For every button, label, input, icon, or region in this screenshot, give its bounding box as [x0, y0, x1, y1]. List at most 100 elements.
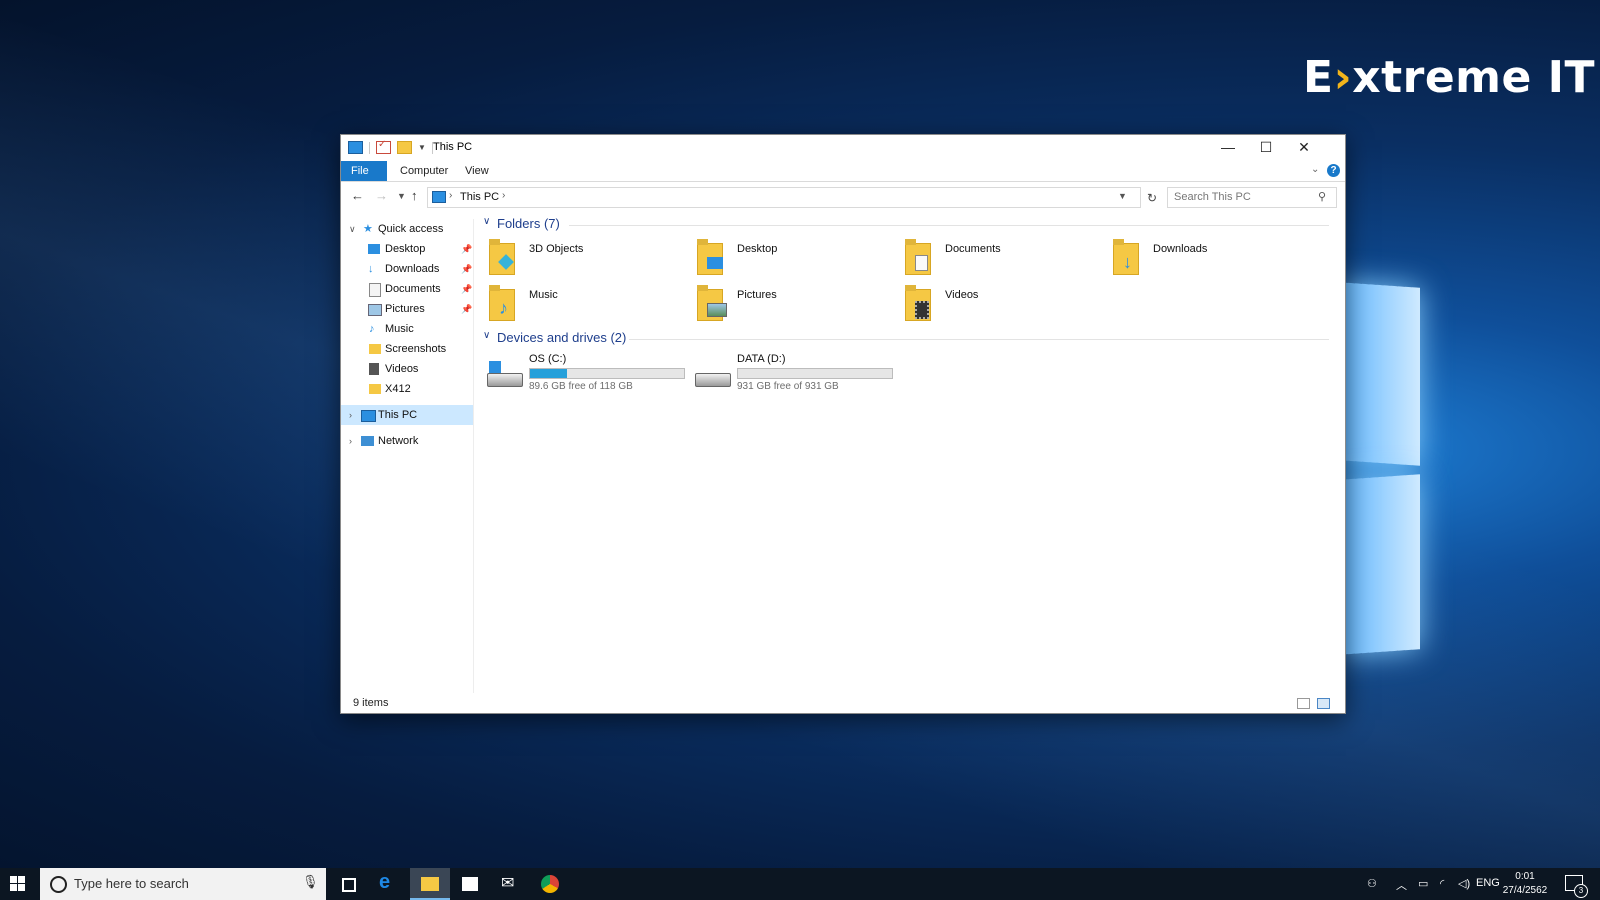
- tab-computer[interactable]: Computer: [390, 161, 458, 181]
- folder-desktop[interactable]: Desktop: [691, 239, 891, 283]
- desktop-icon: [368, 244, 380, 254]
- taskbar-search-input[interactable]: Type here to search: [74, 876, 189, 891]
- store-icon: [462, 877, 478, 891]
- pin-icon[interactable]: 📌: [461, 299, 472, 319]
- pictures-icon: [368, 304, 382, 316]
- brand-logo: E›xtreme IT: [1303, 52, 1596, 103]
- chevron-down-icon[interactable]: ∨: [483, 216, 490, 227]
- drive-usage-bar: [737, 368, 893, 379]
- sidebar-item-videos[interactable]: Videos: [341, 359, 473, 379]
- windows-logo-wallpaper: [1340, 282, 1420, 660]
- chevron-down-icon[interactable]: ▼: [1118, 191, 1127, 201]
- close-button[interactable]: ✕: [1285, 135, 1323, 159]
- this-pc-icon: [432, 191, 446, 203]
- minimize-button[interactable]: —: [1209, 135, 1247, 159]
- chevron-right-icon[interactable]: ›: [349, 431, 352, 451]
- sidebar-item-network[interactable]: › Network: [341, 431, 473, 451]
- devices-group-header[interactable]: ∨ Devices and drives (2): [479, 330, 1329, 348]
- sidebar-item-label: Screenshots: [385, 343, 447, 355]
- desktop-folder-icon: [697, 239, 725, 275]
- edge-icon: e: [379, 871, 391, 893]
- taskbar-edge[interactable]: e: [368, 868, 408, 900]
- folder-music[interactable]: ♪ Music: [483, 285, 683, 329]
- address-bar[interactable]: › This PC › ▼: [427, 187, 1141, 208]
- sidebar-item-documents[interactable]: Documents 📌: [341, 279, 473, 299]
- properties-icon[interactable]: [376, 139, 391, 154]
- clock[interactable]: 0:01 27/4/2562: [1496, 870, 1554, 898]
- taskbar-store[interactable]: [450, 868, 490, 900]
- chevron-right-icon[interactable]: ›: [449, 190, 452, 201]
- sidebar-item-label: Music: [385, 323, 414, 335]
- wifi-icon[interactable]: ◜: [1440, 877, 1444, 890]
- sidebar-item-quick-access[interactable]: ∨ ★ Quick access: [341, 219, 473, 239]
- pictures-folder-icon: [697, 285, 727, 321]
- expand-ribbon-icon[interactable]: ⌄: [1311, 164, 1319, 175]
- sidebar-item-pictures[interactable]: Pictures 📌: [341, 299, 473, 319]
- chevron-down-icon[interactable]: ∨: [483, 330, 490, 341]
- chevron-right-icon[interactable]: ›: [349, 405, 352, 425]
- folder-3d-objects[interactable]: 3D Objects: [483, 239, 683, 283]
- sidebar-item-downloads[interactable]: ↓ Downloads 📌: [341, 259, 473, 279]
- folder-icon: [369, 384, 381, 394]
- pin-icon[interactable]: 📌: [461, 239, 472, 259]
- downloads-folder-icon: ↓: [1113, 239, 1141, 275]
- this-pc-icon: [361, 410, 376, 422]
- details-view-icon[interactable]: [1297, 698, 1310, 709]
- document-icon: [369, 283, 381, 297]
- folder-pictures[interactable]: Pictures: [691, 285, 891, 329]
- pin-icon[interactable]: 📌: [461, 259, 472, 279]
- search-icon[interactable]: ⚲: [1318, 190, 1326, 203]
- folders-group-header[interactable]: ∨ Folders (7): [479, 216, 1329, 234]
- sidebar-item-label: Quick access: [378, 223, 444, 235]
- file-explorer-icon: [421, 877, 439, 891]
- task-view-button[interactable]: [328, 868, 368, 900]
- sidebar-item-label: Downloads: [385, 263, 440, 275]
- sidebar-item-screenshots[interactable]: Screenshots: [341, 339, 473, 359]
- sidebar-item-desktop[interactable]: Desktop 📌: [341, 239, 473, 259]
- maximize-button[interactable]: ☐: [1247, 135, 1285, 159]
- forward-arrow-icon[interactable]: →: [375, 188, 388, 203]
- breadcrumb-this-pc[interactable]: This PC: [460, 191, 499, 203]
- customize-toolbar-icon[interactable]: ▼: [418, 143, 426, 152]
- title-bar: ▼ This PC — ☐ ✕: [341, 135, 1345, 159]
- chevron-up-icon[interactable]: ︿: [1396, 877, 1407, 893]
- refresh-icon[interactable]: ↻: [1147, 191, 1157, 205]
- pin-icon[interactable]: 📌: [461, 279, 472, 299]
- 3d-objects-folder-icon: [489, 239, 517, 275]
- taskbar-search[interactable]: Type here to search 🎙: [40, 868, 326, 900]
- recent-locations-icon[interactable]: ▼: [397, 191, 406, 201]
- drive-os-c[interactable]: OS (C:) 89.6 GB free of 118 GB: [487, 353, 697, 399]
- back-arrow-icon[interactable]: ←: [351, 188, 364, 203]
- tab-view[interactable]: View: [455, 161, 499, 181]
- search-input[interactable]: Search This PC: [1174, 191, 1251, 203]
- search-box[interactable]: Search This PC ⚲: [1167, 187, 1337, 208]
- sidebar-item-label: Network: [378, 435, 419, 447]
- start-button[interactable]: [10, 876, 26, 892]
- taskbar-chrome[interactable]: [530, 868, 570, 900]
- battery-icon[interactable]: ▭: [1418, 877, 1428, 890]
- sidebar-item-this-pc[interactable]: › This PC: [341, 405, 473, 425]
- folder-icon: [369, 344, 381, 354]
- help-icon[interactable]: ?: [1327, 164, 1340, 177]
- taskbar-mail[interactable]: ✉: [490, 868, 530, 900]
- folder-downloads[interactable]: ↓ Downloads: [1107, 239, 1307, 283]
- status-bar: 9 items: [341, 693, 1345, 713]
- drive-data-d[interactable]: DATA (D:) 931 GB free of 931 GB: [695, 353, 905, 399]
- folder-videos[interactable]: Videos: [899, 285, 1099, 329]
- up-arrow-icon[interactable]: ↑: [411, 188, 418, 203]
- new-folder-icon[interactable]: [397, 141, 412, 154]
- microphone-icon[interactable]: 🎙: [302, 874, 319, 890]
- people-icon[interactable]: ⚇: [1367, 877, 1377, 890]
- volume-icon[interactable]: ◁): [1458, 877, 1470, 890]
- chevron-down-icon[interactable]: ∨: [349, 219, 356, 239]
- sidebar-item-label: Pictures: [385, 303, 425, 315]
- folder-documents[interactable]: Documents: [899, 239, 1099, 283]
- tab-file[interactable]: File: [341, 161, 387, 181]
- sidebar-item-music[interactable]: ♪ Music: [341, 319, 473, 339]
- sidebar-item-x412[interactable]: X412: [341, 379, 473, 399]
- taskbar-file-explorer[interactable]: [410, 868, 450, 900]
- chevron-right-icon[interactable]: ›: [502, 190, 505, 201]
- large-icons-view-icon[interactable]: [1317, 698, 1330, 709]
- cortana-icon[interactable]: [50, 876, 67, 893]
- videos-folder-icon: [905, 285, 933, 321]
